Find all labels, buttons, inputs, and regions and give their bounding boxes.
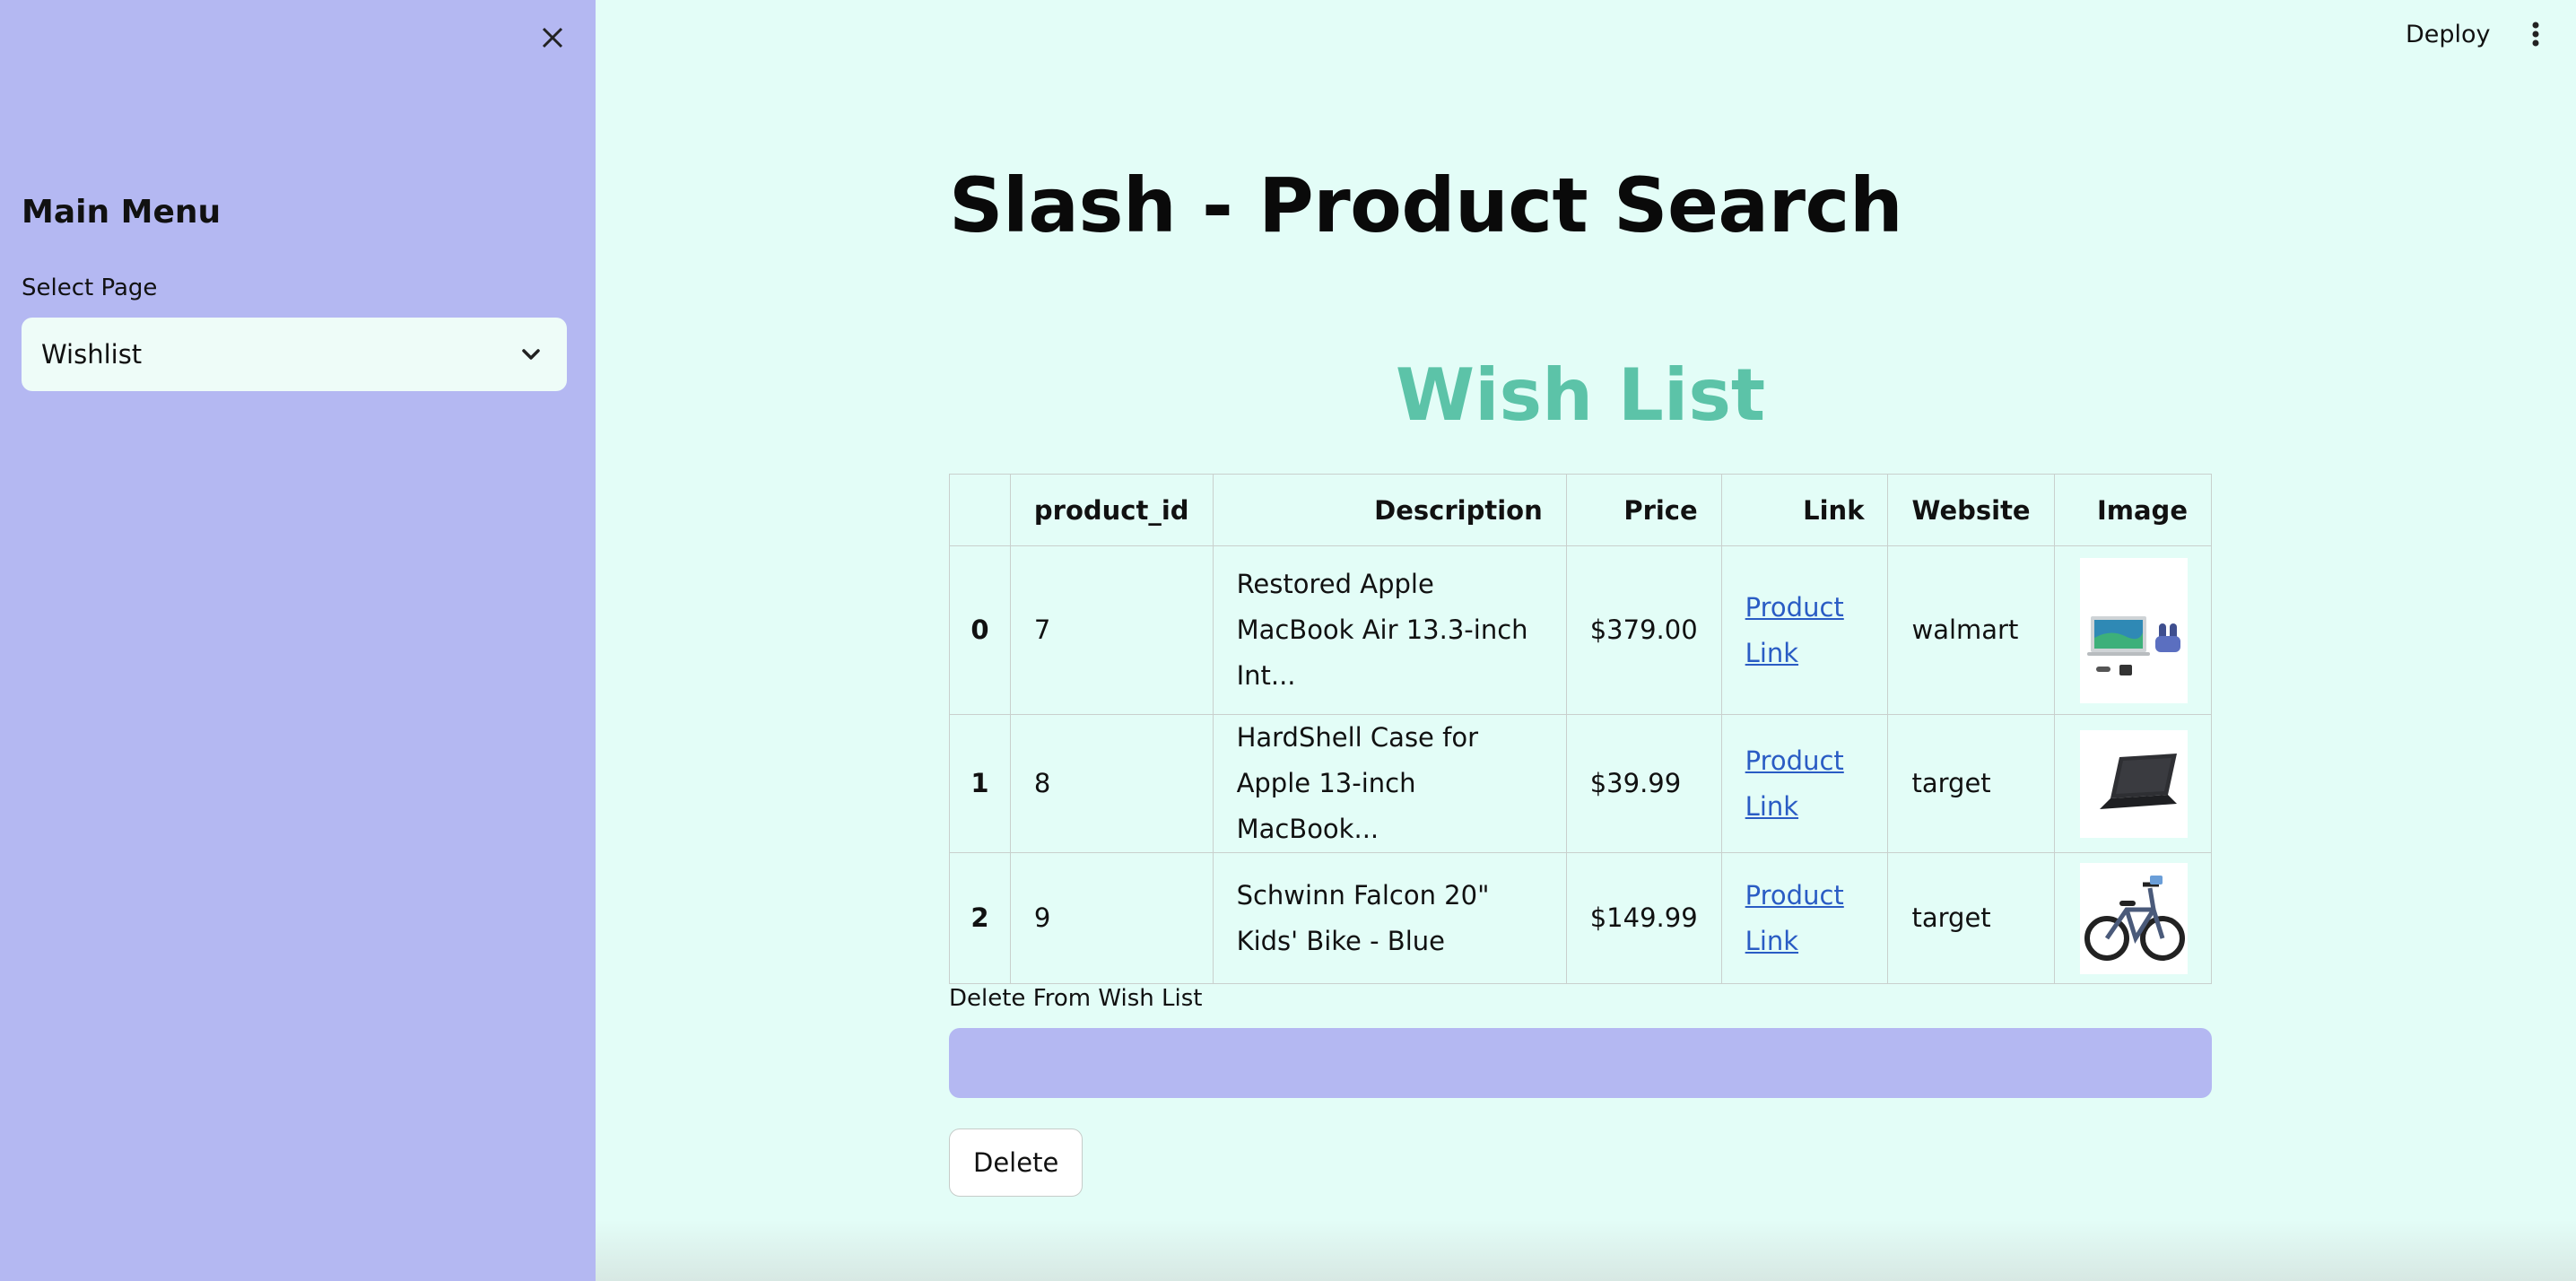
description-cell: Schwinn Falcon 20" Kids' Bike - Blue — [1212, 852, 1567, 984]
column-header-product-id: product_id — [1009, 474, 1214, 546]
row-index: 0 — [949, 545, 1011, 715]
table-row: 0 7 Restored Apple MacBook Air 13.3-inch… — [949, 545, 2213, 715]
select-page-label: Select Page — [22, 274, 158, 301]
close-icon — [542, 27, 563, 48]
product-id-cell: 8 — [1009, 714, 1214, 853]
deploy-button[interactable]: Deploy — [2395, 16, 2502, 52]
row-index: 1 — [949, 714, 1011, 853]
delete-button[interactable]: Delete — [949, 1128, 1083, 1197]
table-row: 2 9 Schwinn Falcon 20" Kids' Bike - Blue… — [949, 852, 2213, 984]
description-cell: HardShell Case for Apple 13-inch MacBook… — [1212, 714, 1567, 853]
product-id-cell: 9 — [1009, 852, 1214, 984]
page-title: Slash - Product Search — [949, 161, 1903, 249]
delete-selection-input[interactable] — [949, 1028, 2212, 1098]
column-header-website: Website — [1887, 474, 2055, 546]
link-cell: Product Link — [1720, 545, 1889, 715]
product-link[interactable]: Product Link — [1745, 592, 1844, 668]
product-link[interactable]: Product Link — [1745, 745, 1844, 822]
table-header-row: product_id Description Price Link Websit… — [949, 474, 2213, 546]
wishlist-table: product_id Description Price Link Websit… — [949, 474, 2213, 984]
sidebar-title: Main Menu — [22, 194, 222, 231]
column-header-description: Description — [1212, 474, 1567, 546]
table-row: 1 8 HardShell Case for Apple 13-inch Mac… — [949, 714, 2213, 853]
chevron-down-icon — [522, 349, 540, 360]
row-index: 2 — [949, 852, 1011, 984]
column-header-index — [949, 474, 1011, 546]
wish-list-title: Wish List — [1395, 353, 1766, 437]
price-cell: $149.99 — [1565, 852, 1722, 984]
sidebar: Main Menu Select Page Wishlist — [0, 0, 596, 1281]
select-page-value: Wishlist — [41, 339, 143, 370]
laptop-bundle-image — [2080, 557, 2188, 703]
product-id-cell: 7 — [1009, 545, 1214, 715]
website-cell: walmart — [1887, 545, 2055, 715]
price-cell: $379.00 — [1565, 545, 1722, 715]
product-link[interactable]: Product Link — [1745, 880, 1844, 956]
image-cell — [2053, 714, 2213, 853]
price-cell: $39.99 — [1565, 714, 1722, 853]
laptop-case-image — [2080, 729, 2188, 838]
website-cell: target — [1887, 852, 2055, 984]
column-header-image: Image — [2053, 474, 2213, 546]
link-cell: Product Link — [1720, 714, 1889, 853]
delete-from-wishlist-label: Delete From Wish List — [949, 985, 1203, 1012]
image-cell — [2053, 852, 2213, 984]
image-cell — [2053, 545, 2213, 715]
column-header-price: Price — [1565, 474, 1722, 546]
select-page-dropdown[interactable]: Wishlist — [22, 318, 567, 391]
bottom-fade — [596, 1220, 2576, 1281]
main-menu-button[interactable] — [2522, 16, 2549, 52]
link-cell: Product Link — [1720, 852, 1889, 984]
close-sidebar-button[interactable] — [535, 20, 570, 56]
bicycle-image — [2080, 862, 2188, 974]
description-cell: Restored Apple MacBook Air 13.3-inch Int… — [1212, 545, 1567, 715]
website-cell: target — [1887, 714, 2055, 853]
column-header-link: Link — [1720, 474, 1889, 546]
more-vertical-icon — [2532, 22, 2539, 47]
